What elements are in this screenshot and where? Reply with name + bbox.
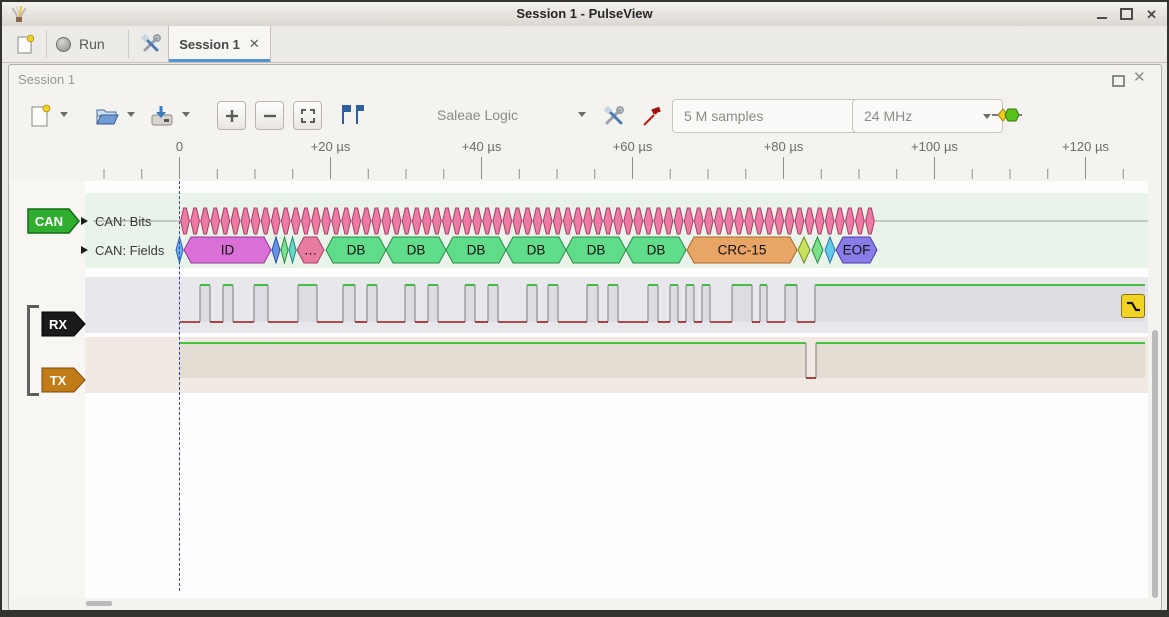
chevron-down-icon (60, 112, 68, 117)
minimize-icon[interactable] (1097, 9, 1107, 19)
open-folder-icon (94, 104, 120, 128)
trigger-marker-falling-edge[interactable] (1121, 294, 1145, 318)
tab-session-1[interactable]: Session 1 ✕ (168, 26, 271, 62)
new-file-icon (28, 104, 52, 128)
run-button[interactable]: Run (56, 30, 105, 58)
save-icon (149, 104, 175, 128)
new-session-button[interactable] (12, 31, 38, 57)
zoom-in-icon (224, 108, 240, 124)
time-cursor[interactable] (179, 181, 180, 591)
trigger-flags-button[interactable] (338, 103, 364, 127)
close-icon[interactable]: ✕ (1146, 8, 1157, 21)
save-file-button[interactable] (148, 102, 176, 130)
tab-close-icon[interactable]: ✕ (249, 36, 260, 52)
chevron-down-icon (127, 112, 135, 117)
probe-icon (640, 104, 664, 128)
horizontal-scrollbar-handle[interactable] (86, 601, 112, 606)
zoom-fit-icon (300, 108, 316, 124)
tx-row-background (85, 337, 1148, 393)
falling-edge-icon (1124, 297, 1142, 315)
trigger-flags-icon (338, 103, 364, 127)
decoder-tag-label: CAN (35, 214, 63, 229)
zoom-fit-button[interactable] (293, 101, 322, 130)
sample-count-value: 5 M samples (684, 108, 763, 124)
open-file-dropdown[interactable] (127, 112, 135, 117)
row-label-can-bits: CAN: Bits (95, 214, 151, 229)
channel-tag-tx[interactable]: TX (41, 367, 87, 393)
chevron-down-icon (182, 112, 190, 117)
new-session-icon (14, 33, 36, 55)
vertical-scrollbar-handle[interactable] (1152, 330, 1158, 598)
device-select-value[interactable]: Saleae Logic (437, 107, 518, 123)
open-file-button[interactable] (93, 102, 121, 130)
save-file-dropdown[interactable] (182, 112, 190, 117)
wrench-screwdriver-icon (602, 104, 626, 128)
sample-rate-value: 24 MHz (864, 108, 912, 124)
expand-arrow-can-fields[interactable] (81, 246, 88, 254)
channel-group-bracket (27, 305, 39, 396)
new-file-dropdown[interactable] (60, 112, 68, 117)
expand-arrow-can-bits[interactable] (81, 217, 88, 225)
timeline-ruler[interactable] (10, 136, 1148, 181)
subwindow-restore-icon[interactable] (1112, 75, 1125, 87)
window-frame-bottom (2, 610, 1167, 615)
zoom-out-icon (262, 108, 278, 124)
zoom-in-button[interactable] (217, 101, 246, 130)
run-label: Run (79, 36, 105, 52)
chevron-down-icon (578, 112, 586, 117)
new-file-button[interactable] (26, 102, 54, 130)
toolbar-separator (128, 30, 129, 58)
sample-rate-select[interactable]: 24 MHz (852, 99, 1003, 133)
run-state-icon (56, 37, 71, 52)
decoder-row-background (85, 193, 1148, 268)
sample-count-select[interactable]: 5 M samples (672, 99, 872, 133)
channel-tag-rx-label: RX (49, 317, 67, 332)
subwindow-title: Session 1 (18, 72, 75, 87)
channel-tag-rx[interactable]: RX (41, 311, 87, 337)
wrench-screwdriver-icon (140, 33, 162, 55)
channel-tag-tx-label: TX (50, 373, 67, 388)
decoder-tag-can[interactable]: CAN (27, 208, 81, 234)
tab-label: Session 1 (179, 37, 240, 52)
titlebar[interactable]: Session 1 - PulseView ✕ (2, 2, 1167, 27)
window-title: Session 1 - PulseView (2, 6, 1167, 21)
main-toolbar: Run Session 1 ✕ (2, 26, 1167, 63)
rx-row-background (85, 277, 1148, 333)
pulseview-window: Session 1 - PulseView ✕ Run (0, 0, 1169, 617)
zoom-out-button[interactable] (255, 101, 284, 130)
toolbar-separator (46, 30, 47, 58)
device-select-dropdown[interactable] (578, 112, 586, 117)
subwindow-close-icon[interactable]: ✕ (1133, 70, 1146, 85)
add-decoder-icon (992, 106, 1022, 124)
settings-button[interactable] (138, 31, 164, 57)
chevron-down-icon (983, 114, 991, 119)
row-label-can-fields: CAN: Fields (95, 243, 164, 258)
add-decoder-button[interactable] (992, 106, 1022, 124)
maximize-icon[interactable] (1120, 8, 1133, 20)
channels-probe-button[interactable] (638, 102, 666, 130)
device-config-button[interactable] (600, 102, 628, 130)
